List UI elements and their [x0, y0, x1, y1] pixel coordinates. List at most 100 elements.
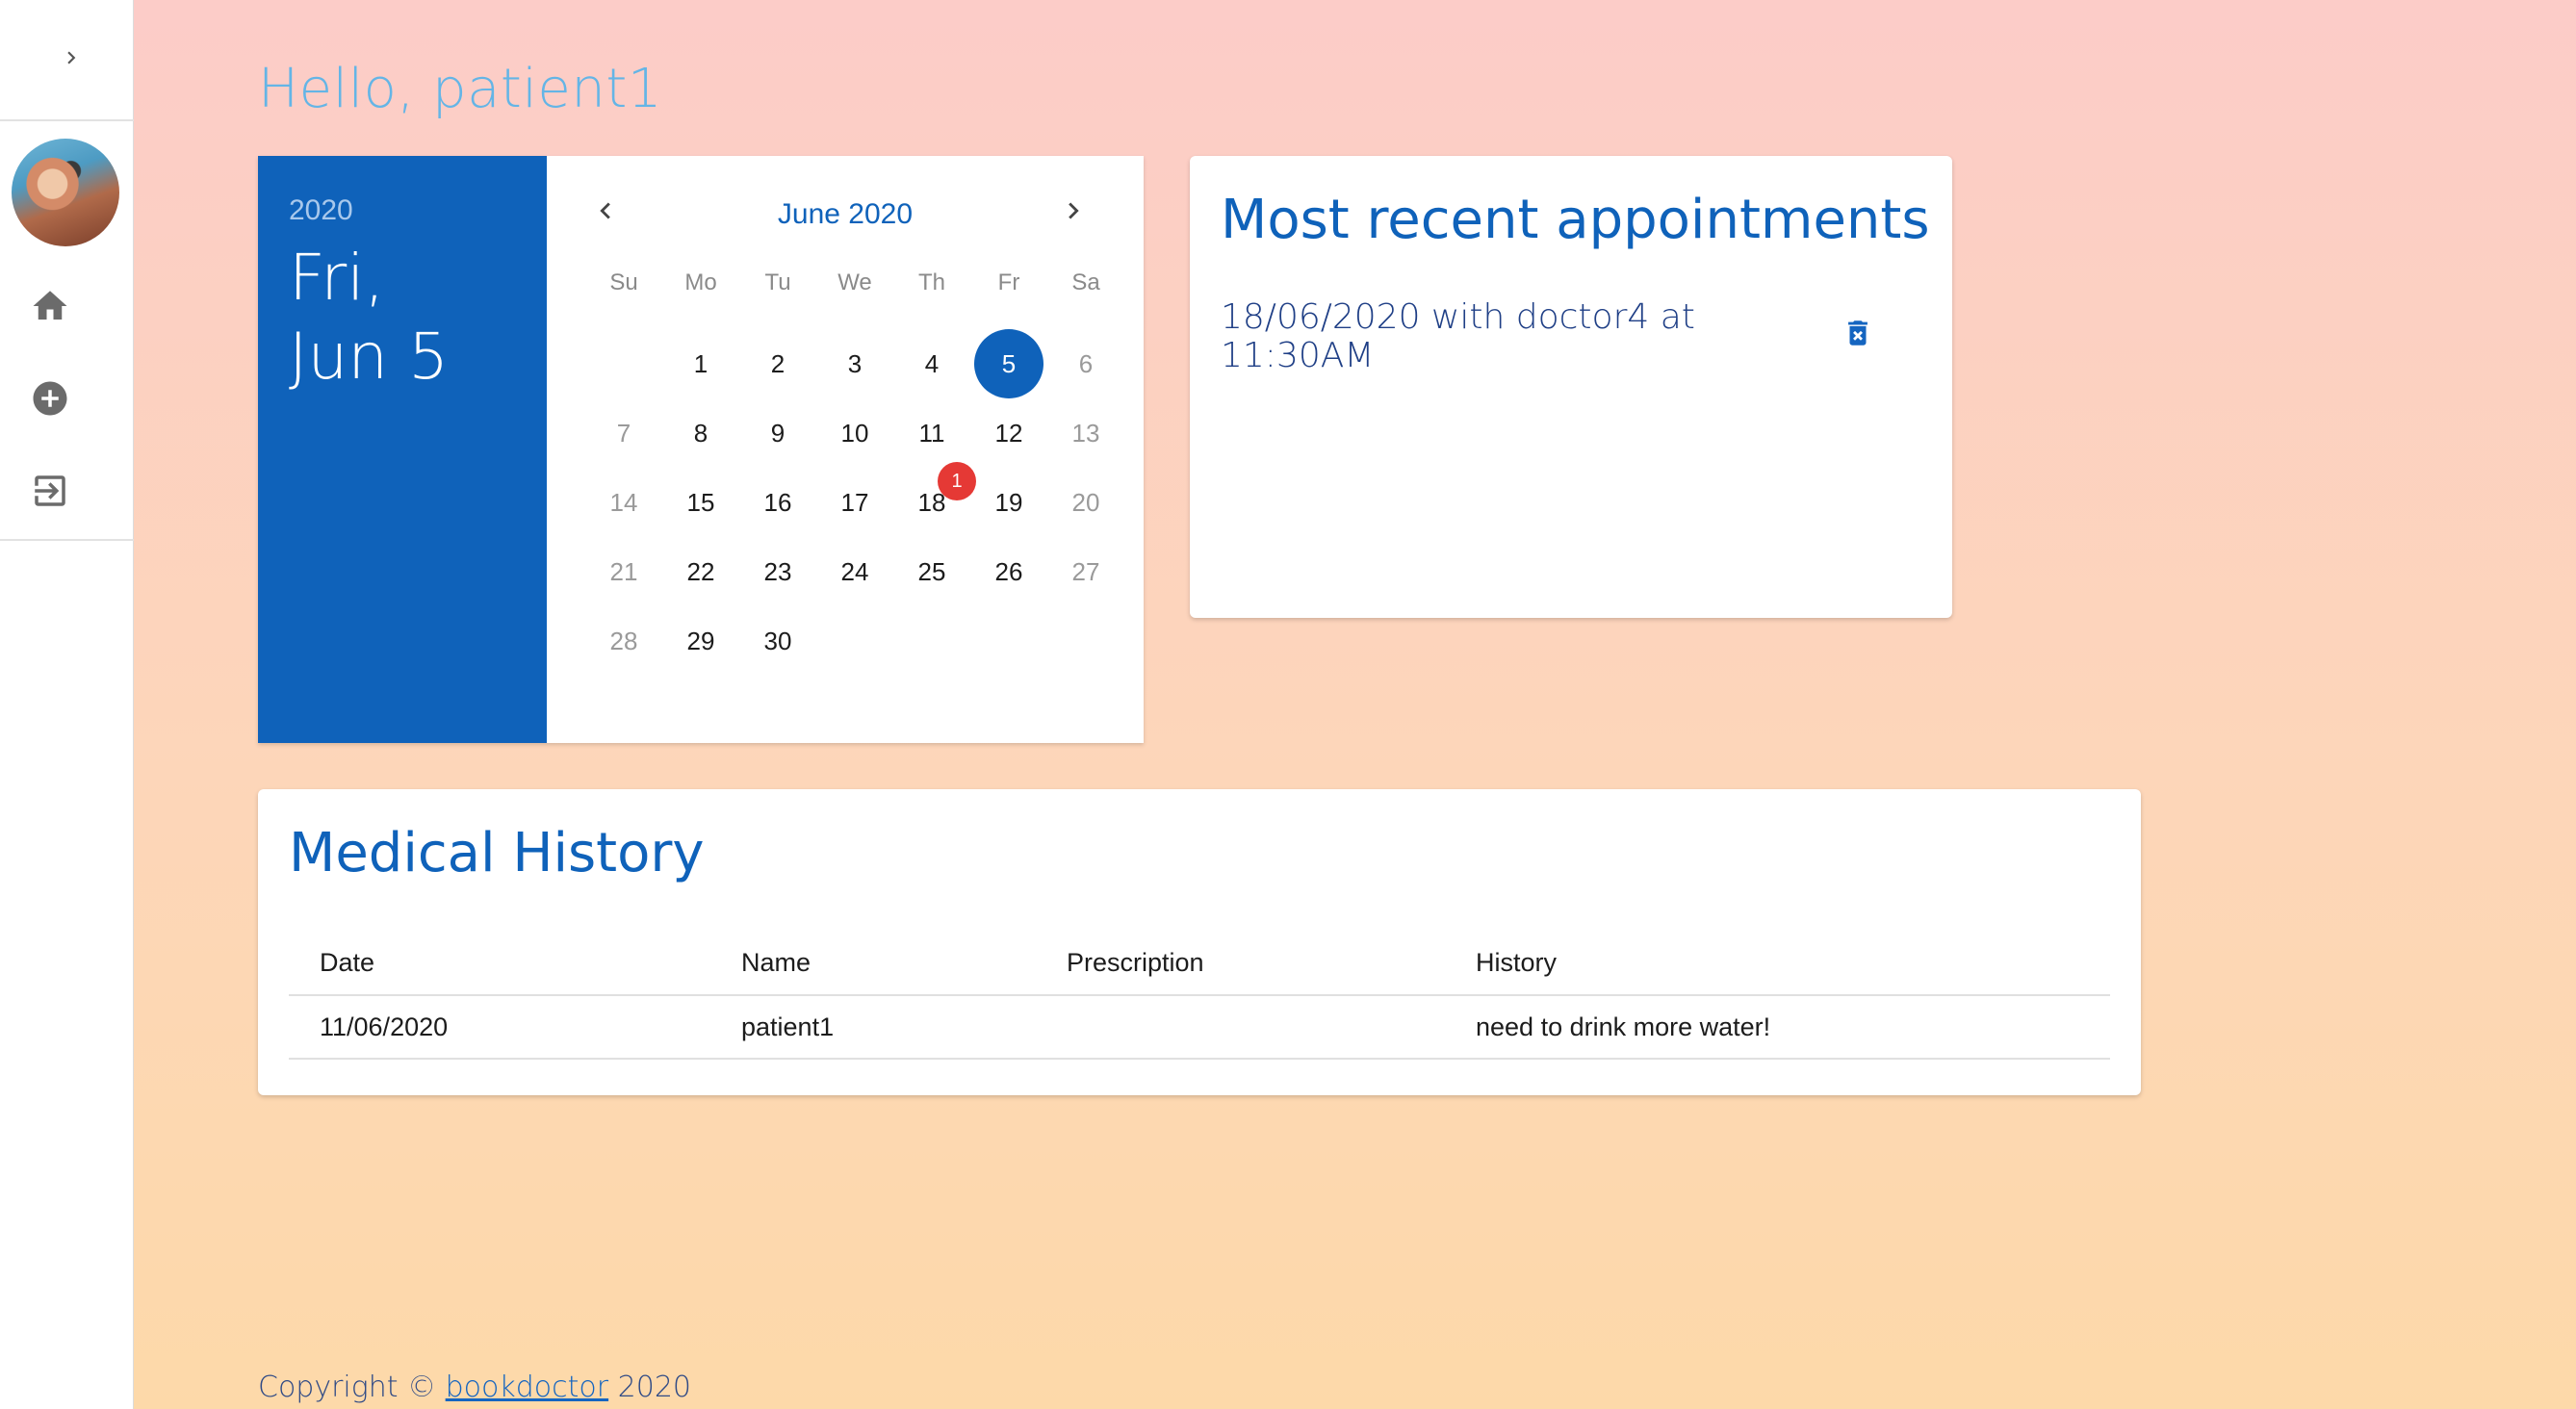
- calendar-day-number: 25: [917, 556, 946, 586]
- cell-date: 11/06/2020: [289, 995, 710, 1060]
- calendar-day[interactable]: 1: [662, 329, 739, 398]
- calendar-day[interactable]: 25: [893, 537, 970, 606]
- calendar-day[interactable]: 16: [739, 468, 816, 537]
- calendar-day[interactable]: 4: [893, 329, 970, 398]
- sidebar: [0, 0, 134, 1409]
- weekday-label: We: [837, 269, 872, 295]
- calendar-day[interactable]: 15: [662, 468, 739, 537]
- calendar-empty-cell: [893, 606, 970, 676]
- calendar-day-number: 7: [616, 418, 631, 448]
- calendar-grid: 1 2 3 4 5 6 7 8 9 10 11 12 13 14 15 16 17 18 1 19 20 21 22 23 24…: [585, 329, 1124, 676]
- calendar-day-number: 15: [686, 487, 715, 517]
- calendar-day-number: 17: [840, 487, 869, 517]
- appointment-item-text: 18/06/2020 with doctor4 at 11:30AM: [1221, 297, 1695, 375]
- calendar-day-number: 19: [994, 487, 1023, 517]
- home-icon[interactable]: [27, 283, 73, 329]
- medical-history-table: Date Name Prescription History 11/06/202…: [289, 932, 2110, 1060]
- calendar-empty-cell: [585, 329, 662, 398]
- footer: Copyright © bookdoctor 2020: [258, 1371, 691, 1404]
- weekday-label: Tu: [764, 269, 791, 295]
- calendar-day[interactable]: 30: [739, 606, 816, 676]
- calendar-day[interactable]: 19: [970, 468, 1047, 537]
- chevron-right-icon[interactable]: [52, 38, 90, 77]
- calendar-day-number: 28: [609, 626, 638, 655]
- calendar-header: June 2020: [547, 189, 1144, 237]
- column-header-name: Name: [710, 932, 1036, 996]
- medical-history-title: Medical History: [289, 822, 705, 884]
- calendar-day[interactable]: 28: [585, 606, 662, 676]
- weekday-label: Sa: [1071, 269, 1100, 295]
- weekday-label: Mo: [684, 269, 717, 295]
- calendar-day-number: 29: [686, 626, 715, 655]
- calendar-day-number: 27: [1071, 556, 1100, 586]
- calendar-day[interactable]: 12: [970, 398, 1047, 468]
- calendar-day-number: 2: [770, 348, 786, 378]
- calendar-week: 21 22 23 24 25 26 27: [585, 537, 1124, 606]
- calendar-week: 7 8 9 10 11 12 13: [585, 398, 1124, 468]
- calendar-day[interactable]: 14: [585, 468, 662, 537]
- selected-date[interactable]: Fri, Jun 5: [289, 239, 516, 397]
- calendar-day-number: 10: [840, 418, 869, 448]
- calendar-day[interactable]: 10: [816, 398, 893, 468]
- footer-link[interactable]: bookdoctor: [446, 1371, 608, 1404]
- calendar-day[interactable]: 20: [1047, 468, 1124, 537]
- calendar: June 2020 Su Mo Tu We Th Fr Sa 123456789…: [547, 156, 1144, 743]
- calendar-day-number: 24: [840, 556, 869, 586]
- column-header-prescription: Prescription: [1036, 932, 1445, 996]
- add-circle-icon[interactable]: [27, 375, 73, 422]
- calendar-day-number: 26: [994, 556, 1023, 586]
- column-header-history: History: [1445, 932, 2110, 996]
- calendar-day-number: 8: [693, 418, 708, 448]
- calendar-day-number: 13: [1071, 418, 1100, 448]
- avatar[interactable]: [12, 139, 119, 246]
- calendar-day-number: 22: [686, 556, 715, 586]
- recent-appointments-card: Most recent appointments 18/06/2020 with…: [1190, 156, 1952, 618]
- weekday-header: Su Mo Tu We Th Fr Sa: [585, 269, 1124, 296]
- calendar-day[interactable]: 18 1: [893, 462, 976, 537]
- calendar-day[interactable]: 26: [970, 537, 1047, 606]
- calendar-day[interactable]: 22: [662, 537, 739, 606]
- calendar-day-number: 14: [609, 487, 638, 517]
- cell-prescription: [1036, 995, 1445, 1060]
- selected-date-weekday: Fri,: [289, 241, 385, 315]
- date-picker: 2020 Fri, Jun 5 June 2020 Su Mo Tu We Th…: [258, 156, 1144, 743]
- selected-date-day: Jun 5: [289, 320, 450, 394]
- calendar-day-number: 4: [924, 348, 940, 378]
- calendar-day-number: 23: [763, 556, 792, 586]
- chevron-right-icon: [1057, 194, 1090, 232]
- calendar-day[interactable]: 7: [585, 398, 662, 468]
- calendar-day-number: 30: [763, 626, 792, 655]
- calendar-day[interactable]: 6: [1047, 329, 1124, 398]
- calendar-day[interactable]: 2: [739, 329, 816, 398]
- next-month-button[interactable]: [1049, 189, 1097, 237]
- weekday-label: Th: [917, 269, 945, 295]
- calendar-empty-cell: [1047, 606, 1124, 676]
- logout-icon[interactable]: [27, 468, 73, 514]
- calendar-day[interactable]: 29: [662, 606, 739, 676]
- selected-year[interactable]: 2020: [289, 194, 516, 227]
- footer-copyright: Copyright ©: [258, 1371, 437, 1404]
- calendar-day[interactable]: 27: [1047, 537, 1124, 606]
- calendar-day[interactable]: 9: [739, 398, 816, 468]
- weekday-label: Fr: [997, 269, 1020, 295]
- sidebar-divider: [0, 119, 134, 121]
- calendar-week: 14 15 16 17 18 1 19 20: [585, 462, 1124, 537]
- greeting-heading: Hello, patient1: [258, 58, 662, 120]
- calendar-day[interactable]: 21: [585, 537, 662, 606]
- cell-name: patient1: [710, 995, 1036, 1060]
- calendar-day[interactable]: 5: [970, 329, 1047, 398]
- calendar-day[interactable]: 3: [816, 329, 893, 398]
- calendar-day[interactable]: 11: [893, 398, 970, 468]
- calendar-day[interactable]: 23: [739, 537, 816, 606]
- appointments-title: Most recent appointments: [1221, 189, 1930, 251]
- calendar-day[interactable]: 17: [816, 468, 893, 537]
- weekday-label: Su: [609, 269, 638, 295]
- delete-forever-icon: [1842, 315, 1874, 356]
- delete-appointment-button[interactable]: [1835, 312, 1881, 358]
- calendar-day[interactable]: 24: [816, 537, 893, 606]
- calendar-day[interactable]: 13: [1047, 398, 1124, 468]
- calendar-empty-cell: [970, 606, 1047, 676]
- calendar-day-number: 16: [763, 487, 792, 517]
- calendar-day[interactable]: 8: [662, 398, 739, 468]
- date-picker-toolbar: 2020 Fri, Jun 5: [258, 156, 547, 743]
